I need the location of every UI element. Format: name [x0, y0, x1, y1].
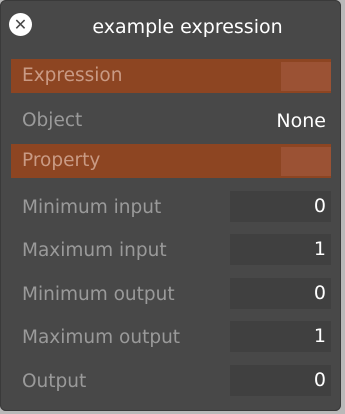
minimum-input-label: Minimum input: [22, 197, 162, 218]
close-icon[interactable]: ✕: [9, 13, 32, 36]
expression-socket[interactable]: [281, 62, 331, 91]
panel-titlebar[interactable]: ✕ example expression: [0, 0, 341, 54]
minimum-input-row: Minimum input 0: [11, 191, 331, 225]
maximum-input-field[interactable]: 1: [230, 234, 331, 265]
panel-title: example expression: [92, 16, 283, 38]
object-label: Object: [22, 110, 83, 131]
maximum-output-field[interactable]: 1: [230, 321, 331, 352]
property-socket[interactable]: [281, 147, 331, 176]
expression-row[interactable]: Expression: [11, 59, 331, 93]
output-row: Output 0: [11, 365, 331, 399]
expression-node-panel: ✕ example expression Expression Object N…: [0, 0, 341, 411]
maximum-output-row: Maximum output 1: [11, 321, 331, 355]
maximum-input-row: Maximum input 1: [11, 234, 331, 268]
property-row[interactable]: Property: [11, 144, 331, 178]
maximum-input-label: Maximum input: [22, 240, 167, 261]
minimum-input-field[interactable]: 0: [230, 191, 331, 222]
output-label: Output: [22, 371, 87, 392]
minimum-output-label: Minimum output: [22, 284, 175, 305]
minimum-output-row: Minimum output 0: [11, 278, 331, 312]
output-field[interactable]: 0: [230, 365, 331, 396]
expression-label: Expression: [22, 65, 123, 86]
property-label: Property: [22, 150, 101, 171]
minimum-output-field[interactable]: 0: [230, 278, 331, 309]
object-row[interactable]: Object None: [11, 104, 331, 138]
object-value[interactable]: None: [276, 104, 326, 138]
maximum-output-label: Maximum output: [22, 327, 181, 348]
